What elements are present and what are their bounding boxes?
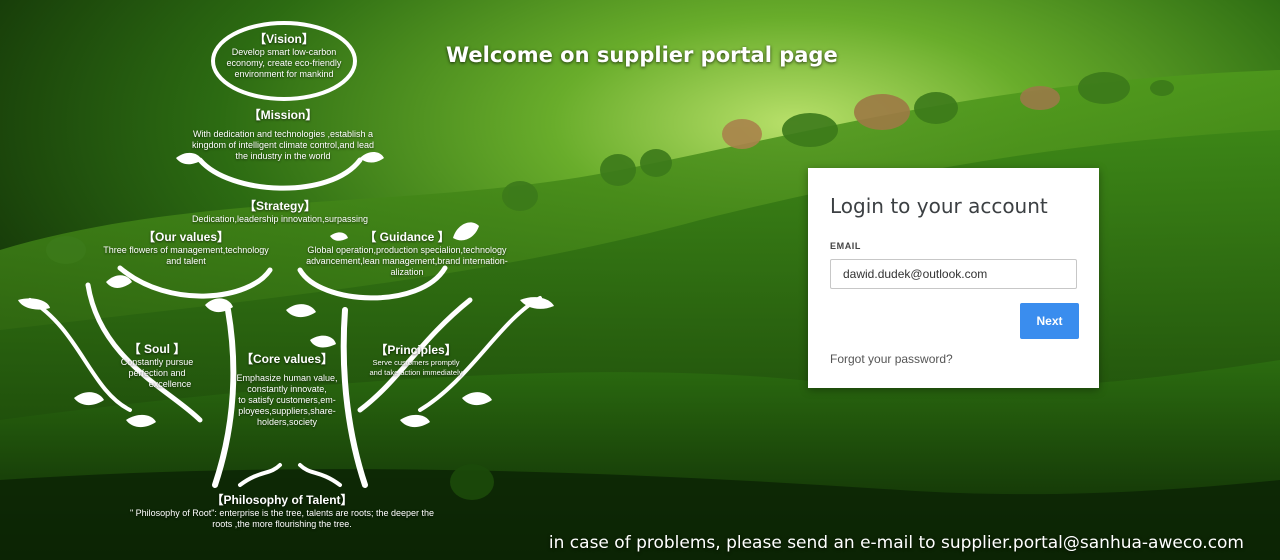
guidance-title: 【 Guidance 】 (364, 230, 450, 244)
core-values-line: Emphasize human value, (236, 373, 338, 383)
mission-line: With dedication and technologies ,establ… (192, 129, 374, 139)
philosophy-line: " Philosophy of Root": enterprise is the… (129, 508, 435, 518)
principles-block: 【Principles】 Serve customers promptly an… (356, 341, 476, 378)
our-values-block: 【Our values】 Three flowers of management… (96, 228, 276, 267)
vision-block: 【Vision】 Develop smart low-carbon econom… (214, 30, 354, 80)
principles-title: 【Principles】 (375, 343, 457, 357)
strategy-block: 【Strategy】 Dedication,leadership innovat… (180, 197, 380, 225)
mission-title: 【Mission】 (248, 108, 318, 122)
principles-line: and take action immediately (369, 368, 463, 377)
our-values-title: 【Our values】 (142, 230, 230, 244)
vision-line: Develop smart low-carbon (231, 47, 337, 57)
core-values-line: ployees,suppliers,share- (238, 406, 336, 416)
strategy-text: Dedication,leadership innovation,surpass… (191, 214, 369, 224)
mission-line: kingdom of intelligent climate control,a… (191, 140, 375, 150)
core-values-title: 【Core values】 (240, 352, 334, 366)
soul-line: perfection and (128, 368, 186, 378)
vision-line: economy, create eco-friendly (226, 58, 342, 68)
vision-line: environment for mankind (234, 69, 334, 79)
philosophy-title: 【Philosophy of Talent】 (211, 493, 353, 507)
soul-block: 【 Soul 】 Constantly pursue perfection an… (102, 340, 212, 390)
core-values-block: 【Core values】 Emphasize human value, con… (226, 350, 348, 428)
guidance-block: 【 Guidance 】 Global operation,production… (296, 228, 518, 278)
mission-line: the industry in the world (235, 151, 331, 161)
guidance-line: advancement,lean management,brand intern… (306, 256, 508, 266)
our-values-line: Three flowers of management,technology (103, 245, 269, 255)
core-values-line: holders,society (256, 417, 318, 427)
mission-block: 【Mission】 With dedication and technologi… (170, 106, 396, 162)
forgot-password-link[interactable]: Forgot your password? (830, 352, 953, 366)
login-title: Login to your account (830, 194, 1048, 218)
email-label: EMAIL (830, 241, 861, 251)
next-button[interactable]: Next (1020, 303, 1079, 339)
vision-title: 【Vision】 (254, 32, 314, 46)
core-values-line: to satisfy customers,em- (238, 395, 336, 405)
our-values-line: and talent (166, 256, 206, 266)
soul-title: 【 Soul 】 (128, 342, 186, 356)
principles-line: Serve customers promptly (372, 358, 460, 367)
philosophy-block: 【Philosophy of Talent】 " Philosophy of R… (112, 491, 452, 530)
soul-line: Constantly pursue (120, 357, 194, 367)
footer-contact: in case of problems, please send an e-ma… (548, 533, 1244, 553)
email-field[interactable] (830, 259, 1077, 289)
soul-line: excellence (148, 379, 192, 389)
core-values-line: constantly innovate, (247, 384, 327, 394)
philosophy-line: roots ,the more flourishing the tree. (212, 519, 352, 529)
guidance-line: alization (390, 267, 424, 277)
login-card: Login to your account EMAIL Next Forgot … (808, 168, 1099, 388)
guidance-line: Global operation,production specialion,t… (307, 245, 507, 255)
strategy-title: 【Strategy】 (243, 199, 317, 213)
page-title: Welcome on supplier portal page (446, 43, 838, 67)
